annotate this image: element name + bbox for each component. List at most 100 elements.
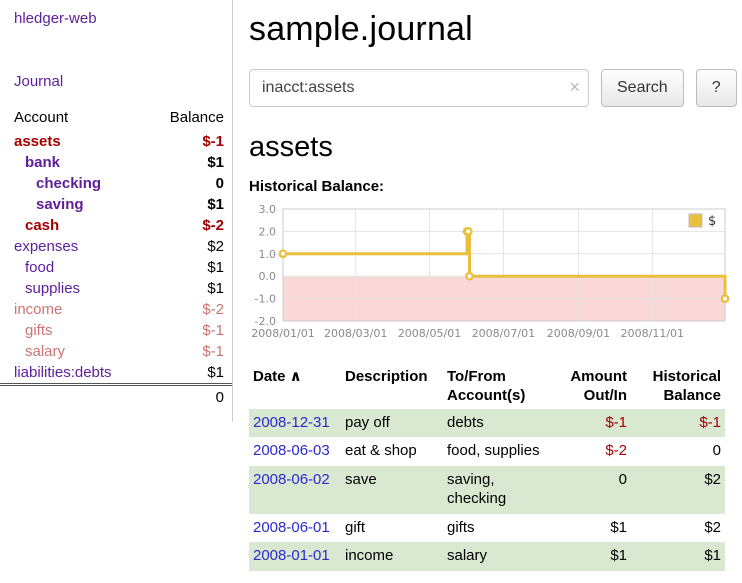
search-button[interactable]: Search bbox=[601, 69, 684, 107]
date-link[interactable]: 2008-12-31 bbox=[253, 414, 330, 431]
account-balance: $1 bbox=[138, 257, 232, 278]
account-row: cash $-2 bbox=[0, 215, 232, 236]
sidebar: hledger-web Journal Account Balance asse… bbox=[0, 0, 233, 422]
svg-text:0.0: 0.0 bbox=[259, 270, 277, 283]
account-balance: $-2 bbox=[138, 215, 232, 236]
cell-balance: $2 bbox=[631, 466, 725, 514]
account-row: checking0 bbox=[0, 173, 232, 194]
account-balance: $2 bbox=[138, 236, 232, 257]
date-link[interactable]: 2008-06-03 bbox=[253, 442, 330, 459]
account-link[interactable]: liabilities:debts bbox=[14, 364, 112, 381]
sort-asc-icon[interactable]: ∧ bbox=[286, 368, 302, 385]
register-header-row: Date ∧DescriptionTo/From Account(s)Amoun… bbox=[249, 365, 725, 409]
account-link[interactable]: income bbox=[14, 301, 62, 318]
account-name-cell: income bbox=[0, 299, 138, 320]
cell-balance: 0 bbox=[631, 437, 725, 466]
account-row: saving$1 bbox=[0, 194, 232, 215]
account-row: liabilities:debts$1 bbox=[0, 362, 232, 385]
cell-description: eat & shop bbox=[341, 437, 443, 466]
account-name-cell: food bbox=[0, 257, 138, 278]
account-link[interactable]: saving bbox=[36, 196, 84, 213]
account-link[interactable]: supplies bbox=[25, 280, 80, 297]
account-row: salary $-1 bbox=[0, 341, 232, 362]
search-input[interactable] bbox=[249, 69, 589, 107]
cell-accounts: gifts bbox=[443, 514, 547, 543]
cell-amount: 0 bbox=[547, 466, 631, 514]
svg-text:-1.0: -1.0 bbox=[255, 293, 276, 306]
register-row: 2008-06-02savesaving, checking0$2 bbox=[249, 466, 725, 514]
date-link[interactable]: 2008-01-01 bbox=[253, 547, 330, 564]
account-link[interactable]: assets bbox=[14, 133, 61, 150]
account-name-cell: bank bbox=[0, 152, 138, 173]
nav-journal-link[interactable]: Journal bbox=[0, 27, 232, 90]
column-header-date[interactable]: Date ∧ bbox=[249, 365, 341, 409]
cell-date: 2008-12-31 bbox=[249, 409, 341, 438]
svg-text:2008/11/01: 2008/11/01 bbox=[621, 327, 684, 340]
legend-label: $ bbox=[708, 214, 716, 229]
search-form: × Search ? bbox=[249, 69, 734, 107]
date-link[interactable]: 2008-06-02 bbox=[253, 471, 330, 488]
account-link[interactable]: food bbox=[25, 259, 54, 276]
svg-text:2008/03/01: 2008/03/01 bbox=[324, 327, 387, 340]
cell-description: gift bbox=[341, 514, 443, 543]
cell-amount: $1 bbox=[547, 542, 631, 571]
cell-date: 2008-06-03 bbox=[249, 437, 341, 466]
account-row: food $1 bbox=[0, 257, 232, 278]
cell-accounts: saving, checking bbox=[443, 466, 547, 514]
legend-swatch bbox=[689, 214, 702, 227]
cell-balance: $2 bbox=[631, 514, 725, 543]
account-link[interactable]: gifts bbox=[25, 322, 53, 339]
account-link[interactable]: expenses bbox=[14, 238, 78, 255]
account-balance: $-1 bbox=[138, 320, 232, 341]
account-row: gifts $-1 bbox=[0, 320, 232, 341]
balance-column-header: Balance bbox=[138, 106, 232, 131]
account-balance: $-1 bbox=[138, 341, 232, 362]
account-balance: $1 bbox=[138, 278, 232, 299]
column-header-balance: Historical Balance bbox=[631, 365, 725, 409]
account-column-header: Account bbox=[0, 106, 138, 131]
column-header-description: Description bbox=[341, 365, 443, 409]
register-row: 2008-06-03 eat & shopfood, supplies$-20 bbox=[249, 437, 725, 466]
svg-text:2008/05/01: 2008/05/01 bbox=[398, 327, 461, 340]
register-row: 2008-01-01incomesalary$1$1 bbox=[249, 542, 725, 571]
account-row: bank$1 bbox=[0, 152, 232, 173]
help-button[interactable]: ? bbox=[696, 69, 737, 107]
account-link[interactable]: cash bbox=[25, 217, 59, 234]
account-heading: assets bbox=[249, 131, 734, 164]
total-row: 0 bbox=[0, 385, 232, 409]
account-name-cell: saving bbox=[0, 194, 138, 215]
svg-text:2.0: 2.0 bbox=[259, 225, 277, 238]
cell-accounts: food, supplies bbox=[443, 437, 547, 466]
account-row: assets$-1 bbox=[0, 131, 232, 152]
cell-balance: $-1 bbox=[631, 409, 725, 438]
register-body: 2008-12-31pay offdebts$-1$-12008-06-03ea… bbox=[249, 409, 725, 572]
cell-balance: $1 bbox=[631, 542, 725, 571]
cell-description: income bbox=[341, 542, 443, 571]
page-title: sample.journal bbox=[249, 10, 734, 49]
svg-text:2008/01/01: 2008/01/01 bbox=[251, 327, 314, 340]
account-link[interactable]: bank bbox=[25, 154, 60, 171]
account-tree: Account Balance assets$-1bank$1checking0… bbox=[0, 106, 232, 408]
account-name-cell: cash bbox=[0, 215, 138, 236]
cell-amount: $-2 bbox=[547, 437, 631, 466]
historical-balance-chart: 3.02.01.00.0-1.0-2.02008/01/012008/03/01… bbox=[249, 203, 733, 345]
cell-date: 2008-01-01 bbox=[249, 542, 341, 571]
app-title-link[interactable]: hledger-web bbox=[0, 10, 232, 27]
cell-description: pay off bbox=[341, 409, 443, 438]
account-tree-header: Account Balance bbox=[0, 106, 232, 131]
date-link[interactable]: 2008-06-01 bbox=[253, 519, 330, 536]
svg-text:1.0: 1.0 bbox=[259, 248, 277, 261]
account-name-cell: salary bbox=[0, 341, 138, 362]
cell-accounts: salary bbox=[443, 542, 547, 571]
chart-title: Historical Balance: bbox=[249, 178, 734, 195]
account-name-cell: expenses bbox=[0, 236, 138, 257]
register-row: 2008-12-31pay offdebts$-1$-1 bbox=[249, 409, 725, 438]
clear-search-icon[interactable]: × bbox=[569, 77, 580, 97]
account-row: supplies $1 bbox=[0, 278, 232, 299]
account-balance: $-2 bbox=[138, 299, 232, 320]
svg-text:2008/09/01: 2008/09/01 bbox=[547, 327, 610, 340]
account-row: expenses $2 bbox=[0, 236, 232, 257]
account-link[interactable]: salary bbox=[25, 343, 65, 360]
account-link[interactable]: checking bbox=[36, 175, 101, 192]
account-name-cell: supplies bbox=[0, 278, 138, 299]
